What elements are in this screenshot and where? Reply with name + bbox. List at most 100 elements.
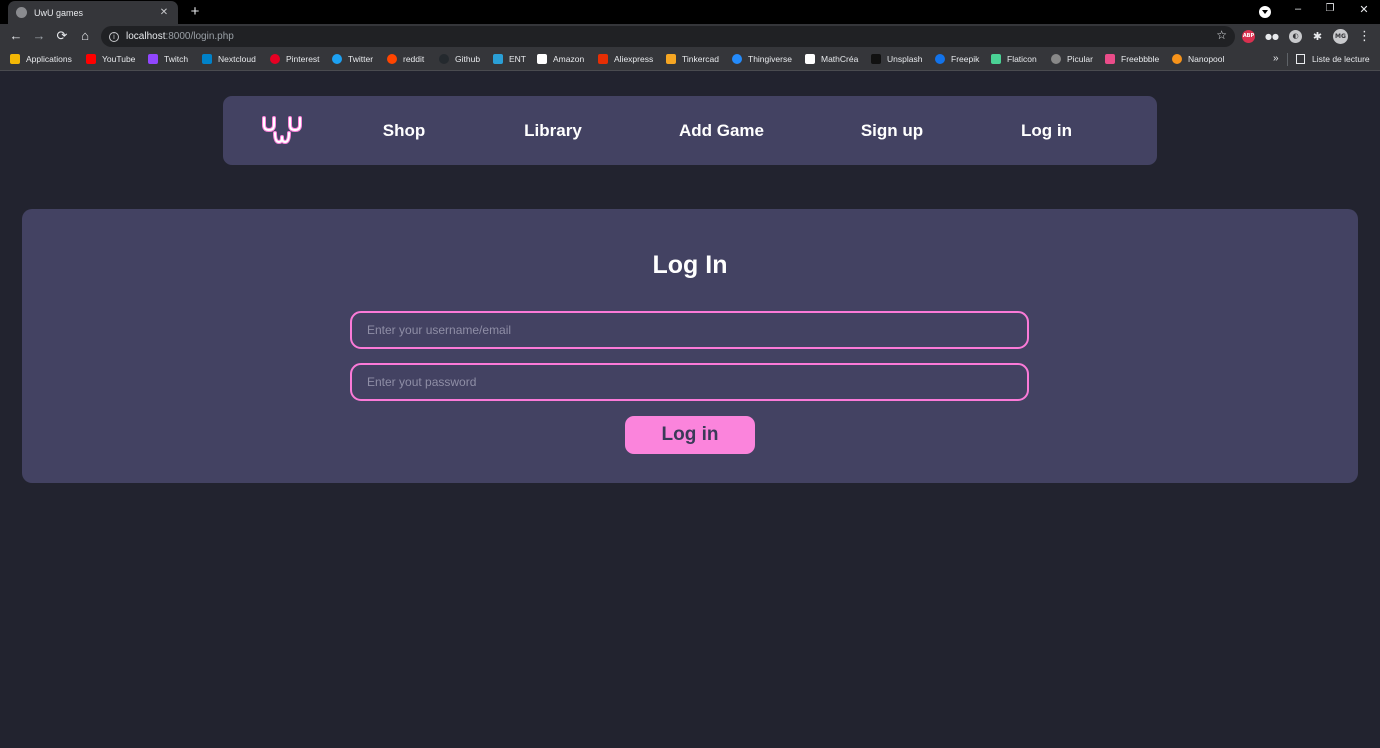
browser-tabstrip: UwU games ✕ + – ❐ ✕ — [0, 0, 1380, 24]
login-panel: Log In Log in — [22, 209, 1358, 483]
nav-shop-link[interactable]: Shop — [363, 96, 445, 165]
bookmark-label: Unsplash — [887, 54, 923, 64]
address-bar[interactable]: i localhost :8000/login.php ☆ — [101, 26, 1235, 47]
bookmark-applications[interactable]: Applications — [10, 54, 72, 64]
profile-avatar-icon[interactable]: MG — [1333, 29, 1348, 44]
home-icon[interactable]: ⌂ — [76, 27, 94, 45]
bookmark-aliexpress[interactable]: Aliexpress — [598, 54, 653, 64]
browser-menu-icon[interactable]: ⋮ — [1358, 28, 1371, 44]
info-icon[interactable]: i — [109, 31, 119, 42]
reload-icon[interactable]: ⟳ — [53, 27, 71, 45]
bookmark-mathcrea[interactable]: MathCréa — [805, 54, 858, 64]
browser-toolbar: ← → ⟳ ⌂ i localhost :8000/login.php ☆ AB… — [0, 24, 1380, 49]
back-arrow-icon[interactable]: ← — [7, 27, 25, 45]
bookmark-nextcloud[interactable]: Nextcloud — [202, 54, 256, 64]
more-bookmarks-icon[interactable]: » — [1273, 53, 1279, 64]
bookmarks-bar: Applications YouTube Twitch Nextcloud Pi… — [0, 49, 1380, 71]
pinterest-icon — [270, 54, 280, 64]
bookmark-label: ENT — [509, 54, 526, 64]
bookmark-thingiverse[interactable]: Thingiverse — [732, 54, 792, 64]
ent-icon — [493, 54, 503, 64]
bookmark-label: Applications — [26, 54, 72, 64]
profile-menu-icon[interactable] — [1259, 6, 1271, 18]
bookmark-label: Github — [455, 54, 481, 64]
bookmark-ent[interactable]: ENT — [493, 54, 526, 64]
nav-add-game-link[interactable]: Add Game — [668, 96, 775, 165]
login-title: Log In — [652, 251, 728, 279]
bookmark-label: Thingiverse — [748, 54, 792, 64]
mathcrea-icon — [805, 54, 815, 64]
freebbble-icon — [1105, 54, 1115, 64]
nav-sign-up-link[interactable]: Sign up — [845, 96, 939, 165]
close-window-button[interactable]: ✕ — [1354, 3, 1374, 16]
bookmark-flaticon[interactable]: Flaticon — [991, 54, 1037, 64]
bookmark-freebbble[interactable]: Freebbble — [1105, 54, 1159, 64]
github-icon — [439, 54, 449, 64]
tab-close-icon[interactable]: ✕ — [158, 7, 170, 18]
reading-list-label: Liste de lecture — [1312, 54, 1370, 64]
unsplash-icon — [871, 54, 881, 64]
bookmark-twitter[interactable]: Twitter — [332, 54, 373, 64]
bookmark-label: Twitch — [164, 54, 189, 64]
nextcloud-icon — [202, 54, 212, 64]
bookmark-label: Freebbble — [1121, 54, 1160, 64]
browser-tab[interactable]: UwU games ✕ — [8, 1, 178, 24]
bookmark-label: Aliexpress — [614, 54, 654, 64]
new-tab-button[interactable]: + — [186, 3, 204, 20]
reading-list-icon — [1296, 54, 1305, 64]
bookmark-amazon[interactable]: Amazon — [537, 54, 584, 64]
forward-arrow-icon[interactable]: → — [30, 27, 48, 45]
aliexpress-icon — [598, 54, 608, 64]
uwu-logo[interactable] — [261, 115, 303, 147]
bookmark-github[interactable]: Github — [439, 54, 480, 64]
nanopool-icon — [1172, 54, 1182, 64]
tinkercad-icon — [666, 54, 676, 64]
bookmark-label: Twitter — [348, 54, 374, 64]
puzzle-icon[interactable]: ✱ — [1311, 30, 1324, 43]
nav-log-in-link[interactable]: Log in — [1008, 96, 1085, 165]
bookmark-tinkercad[interactable]: Tinkercad — [666, 54, 719, 64]
bookmark-star-icon[interactable]: ☆ — [1216, 28, 1227, 42]
bookmark-label: reddit — [403, 54, 425, 64]
globe-icon — [16, 7, 27, 18]
password-input[interactable] — [350, 363, 1029, 401]
bookmark-pinterest[interactable]: Pinterest — [270, 54, 320, 64]
bookmark-label: Amazon — [553, 54, 585, 64]
bookmark-youtube[interactable]: YouTube — [86, 54, 135, 64]
maximize-button[interactable]: ❐ — [1320, 3, 1340, 14]
bookmark-freepik[interactable]: Freepik — [935, 54, 979, 64]
freepik-icon — [935, 54, 945, 64]
chrome-extension-icon[interactable]: ◐ — [1289, 30, 1302, 43]
amazon-icon — [537, 54, 547, 64]
reading-list-button[interactable]: Liste de lecture — [1296, 54, 1370, 64]
flaticon-icon — [991, 54, 1001, 64]
twitch-icon — [148, 54, 158, 64]
login-submit-button[interactable]: Log in — [625, 416, 755, 454]
url-host: localhost — [126, 31, 166, 42]
bookmarks-divider — [1287, 53, 1288, 66]
apps-grid-icon — [10, 54, 20, 64]
youtube-icon — [86, 54, 96, 64]
nav-library-link[interactable]: Library — [508, 96, 598, 165]
twitter-icon — [332, 54, 342, 64]
bookmark-label: Flaticon — [1007, 54, 1037, 64]
adblock-icon[interactable]: ABP — [1242, 30, 1255, 43]
bookmark-label: Nanopool — [1188, 54, 1225, 64]
bookmark-reddit[interactable]: reddit — [387, 54, 424, 64]
picular-icon — [1051, 54, 1061, 64]
username-input[interactable] — [350, 311, 1029, 349]
bookmark-picular[interactable]: Picular — [1051, 54, 1093, 64]
bookmark-label: Pinterest — [286, 54, 320, 64]
glasses-extension-icon[interactable]: ●● — [1265, 30, 1279, 43]
thingiverse-icon — [732, 54, 742, 64]
bookmark-twitch[interactable]: Twitch — [148, 54, 188, 64]
site-navbar: Shop Library Add Game Sign up Log in — [223, 96, 1157, 165]
bookmark-nanopool[interactable]: Nanopool — [1172, 54, 1224, 64]
bookmark-label: MathCréa — [821, 54, 859, 64]
bookmark-label: Freepik — [951, 54, 980, 64]
minimize-button[interactable]: – — [1288, 3, 1308, 15]
bookmark-label: Nextcloud — [218, 54, 256, 64]
bookmark-unsplash[interactable]: Unsplash — [871, 54, 922, 64]
bookmark-label: Picular — [1067, 54, 1093, 64]
bookmark-label: YouTube — [102, 54, 136, 64]
